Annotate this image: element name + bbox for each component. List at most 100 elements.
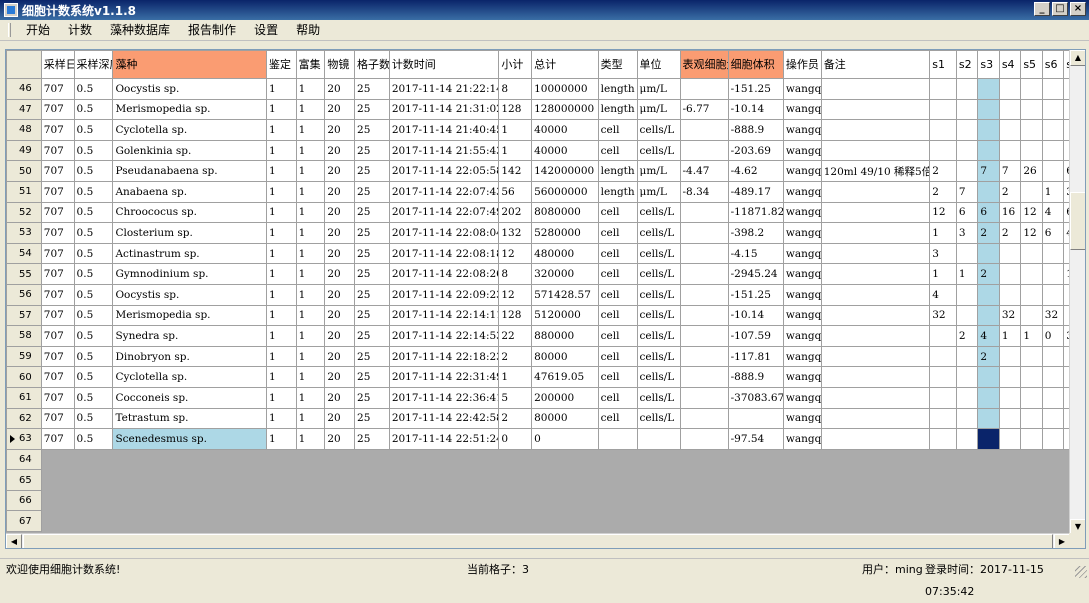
table-cell[interactable]: 1 xyxy=(265,283,297,306)
table-row[interactable]: 60 707 0.5 Cyclotella sp. 1 1 20 25 2017-11-14 2… xyxy=(6,366,1085,388)
table-cell[interactable] xyxy=(1020,345,1043,368)
table-cell[interactable] xyxy=(977,304,1000,327)
table-cell[interactable] xyxy=(679,345,729,368)
row-header[interactable]: 47 xyxy=(6,98,42,121)
table-cell[interactable]: wangqi xyxy=(782,325,822,347)
table-cell[interactable]: 2 xyxy=(929,180,957,203)
table-cell[interactable]: 1 xyxy=(1020,325,1043,347)
table-cell[interactable]: 2017-11-14 21:22:14 xyxy=(388,78,500,100)
table-cell[interactable] xyxy=(998,428,1022,450)
column-header[interactable]: s2 xyxy=(955,50,979,79)
table-cell[interactable] xyxy=(820,139,931,162)
column-header[interactable]: 鉴定 xyxy=(265,50,297,79)
table-cell[interactable] xyxy=(998,366,1022,388)
table-cell[interactable]: 25 xyxy=(354,139,390,162)
table-cell[interactable]: -8.34 xyxy=(679,180,729,203)
table-cell[interactable]: cell xyxy=(597,263,638,285)
table-cell[interactable] xyxy=(1020,386,1043,409)
table-cell[interactable]: 20 xyxy=(324,407,356,430)
table-cell[interactable]: Cocconeis sp. xyxy=(112,386,267,409)
table-cell[interactable]: 20 xyxy=(324,119,356,141)
row-header[interactable]: 49 xyxy=(6,139,42,162)
table-cell[interactable]: 0 xyxy=(531,428,599,450)
vertical-scrollbar[interactable]: ▲ ▼ xyxy=(1069,50,1085,535)
row-header[interactable]: 54 xyxy=(6,242,42,265)
table-cell[interactable] xyxy=(929,386,957,409)
table-cell[interactable] xyxy=(998,386,1022,409)
table-cell[interactable]: cell xyxy=(597,325,638,347)
column-header[interactable]: 小计 xyxy=(498,50,533,79)
table-cell[interactable] xyxy=(820,325,931,347)
table-cell[interactable]: Tetrastum sp. xyxy=(112,407,267,430)
table-cell[interactable]: wangqi xyxy=(782,263,822,285)
table-cell[interactable]: 3 xyxy=(929,242,957,265)
table-cell[interactable]: 2017-11-14 22:14:11 xyxy=(388,304,500,327)
table-cell[interactable]: 7 xyxy=(955,180,979,203)
table-cell[interactable]: -4.15 xyxy=(727,242,784,265)
table-cell[interactable]: -6.77 xyxy=(679,98,729,121)
table-cell[interactable] xyxy=(929,407,957,430)
table-cell[interactable] xyxy=(679,366,729,388)
table-cell[interactable]: 2017-11-14 22:42:58 xyxy=(388,407,500,430)
table-cell[interactable]: Synedra sp. xyxy=(112,325,267,347)
row-header[interactable]: 62 xyxy=(6,407,42,430)
table-cell[interactable]: 8 xyxy=(498,263,533,285)
menu-help[interactable]: 帮助 xyxy=(287,20,329,41)
table-cell[interactable]: Cyclotella sp. xyxy=(112,366,267,388)
table-cell[interactable]: -10.14 xyxy=(727,304,784,327)
vertical-scroll-thumb[interactable] xyxy=(1070,192,1085,250)
table-cell[interactable]: 25 xyxy=(354,180,390,203)
table-cell[interactable]: 20 xyxy=(324,201,356,224)
table-cell[interactable]: 1 xyxy=(265,139,297,162)
table-cell[interactable]: 25 xyxy=(354,345,390,368)
table-cell[interactable]: 1 xyxy=(265,98,297,121)
table-cell[interactable]: 25 xyxy=(354,325,390,347)
table-cell[interactable]: 12 xyxy=(1020,201,1043,224)
table-cell[interactable] xyxy=(679,222,729,244)
table-cell[interactable]: 707 xyxy=(40,283,75,306)
table-cell[interactable] xyxy=(1020,139,1043,162)
table-cell[interactable]: cell xyxy=(597,139,638,162)
table-cell[interactable] xyxy=(977,386,1000,409)
table-cell[interactable]: Dinobryon sp. xyxy=(112,345,267,368)
table-cell[interactable]: 1 xyxy=(929,222,957,244)
table-cell[interactable] xyxy=(820,180,931,203)
table-cell[interactable]: 1 xyxy=(295,386,326,409)
table-cell[interactable]: 6 xyxy=(977,201,1000,224)
table-row[interactable]: 63 707 0.5 Scenedesmus sp. 1 1 20 25 2017-11-14 … xyxy=(6,428,1085,450)
table-cell[interactable]: 1 xyxy=(295,78,326,100)
table-cell[interactable] xyxy=(955,428,979,450)
column-header[interactable]: 总计 xyxy=(531,50,599,79)
table-cell[interactable]: 707 xyxy=(40,386,75,409)
table-cell[interactable]: 1 xyxy=(295,428,326,450)
table-cell[interactable]: 0.5 xyxy=(73,283,114,306)
row-header[interactable]: 67 xyxy=(6,510,42,533)
table-cell[interactable] xyxy=(1041,78,1065,100)
table-cell[interactable]: 20 xyxy=(324,366,356,388)
table-cell[interactable]: 2017-11-14 22:31:49 xyxy=(388,366,500,388)
table-cell[interactable]: 10000000 xyxy=(531,78,599,100)
table-cell[interactable]: 20 xyxy=(324,78,356,100)
row-header[interactable]: 57 xyxy=(6,304,42,327)
table-cell[interactable] xyxy=(679,139,729,162)
table-cell[interactable]: Golenkinia sp. xyxy=(112,139,267,162)
table-cell[interactable]: 1 xyxy=(265,201,297,224)
table-cell[interactable] xyxy=(679,78,729,100)
table-cell[interactable] xyxy=(955,160,979,182)
table-cell[interactable]: length xyxy=(597,160,638,182)
table-cell[interactable]: 142000000 xyxy=(531,160,599,182)
table-cell[interactable]: cells/L xyxy=(636,242,681,265)
table-cell[interactable]: 128 xyxy=(498,98,533,121)
table-cell[interactable]: 12 xyxy=(1020,222,1043,244)
table-cell[interactable] xyxy=(998,283,1022,306)
table-cell[interactable] xyxy=(977,98,1000,121)
table-cell[interactable] xyxy=(820,222,931,244)
table-cell[interactable]: 25 xyxy=(354,407,390,430)
table-cell[interactable]: cell xyxy=(597,201,638,224)
table-cell[interactable]: -888.9 xyxy=(727,366,784,388)
table-cell[interactable]: wangqi xyxy=(782,407,822,430)
table-cell[interactable] xyxy=(955,98,979,121)
row-header[interactable]: 65 xyxy=(6,469,42,491)
table-cell[interactable] xyxy=(820,283,931,306)
table-cell[interactable]: 47619.05 xyxy=(531,366,599,388)
